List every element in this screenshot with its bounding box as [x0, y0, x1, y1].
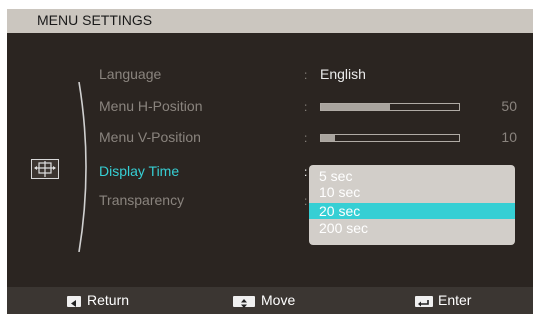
dropdown-option[interactable]: 10 sec [309, 184, 515, 200]
menu-divider-arc [78, 82, 87, 252]
dropdown-option-selected[interactable]: 20 sec [309, 203, 515, 219]
colon-sep: : [304, 194, 308, 208]
enter-key-icon [415, 296, 433, 307]
menu-header: MENU SETTINGS [7, 9, 533, 33]
move-key-icon [233, 296, 255, 308]
colon-sep: : [304, 165, 308, 179]
h-position-bar[interactable] [320, 103, 460, 111]
return-label[interactable]: Return [87, 292, 129, 308]
enter-label[interactable]: Enter [438, 292, 471, 308]
v-position-value: 10 [501, 129, 517, 145]
return-key-icon [67, 296, 81, 307]
menu-item-display-time[interactable]: Display Time [99, 163, 179, 179]
menu-item-language[interactable]: Language [99, 66, 161, 82]
v-position-bar[interactable] [320, 134, 460, 142]
menu-item-h-position[interactable]: Menu H-Position [99, 98, 203, 114]
h-position-value: 50 [501, 98, 517, 114]
language-value: English [320, 66, 366, 82]
colon-sep: : [304, 100, 308, 114]
colon-sep: : [304, 131, 308, 145]
h-position-bar-fill [321, 104, 390, 110]
colon-sep: : [304, 68, 308, 82]
move-label[interactable]: Move [261, 292, 295, 308]
dropdown-option[interactable]: 5 sec [309, 168, 515, 184]
display-time-dropdown[interactable]: 5 sec 10 sec 20 sec 200 sec [309, 165, 515, 245]
menu-title: MENU SETTINGS [37, 12, 153, 28]
menu-item-v-position[interactable]: Menu V-Position [99, 129, 201, 145]
v-position-bar-fill [321, 135, 335, 141]
dropdown-option[interactable]: 200 sec [309, 220, 515, 236]
osd-menu: MENU SETTINGS Language : English Menu H-… [7, 9, 533, 314]
display-position-icon[interactable] [31, 159, 59, 179]
menu-item-transparency[interactable]: Transparency [99, 192, 184, 208]
